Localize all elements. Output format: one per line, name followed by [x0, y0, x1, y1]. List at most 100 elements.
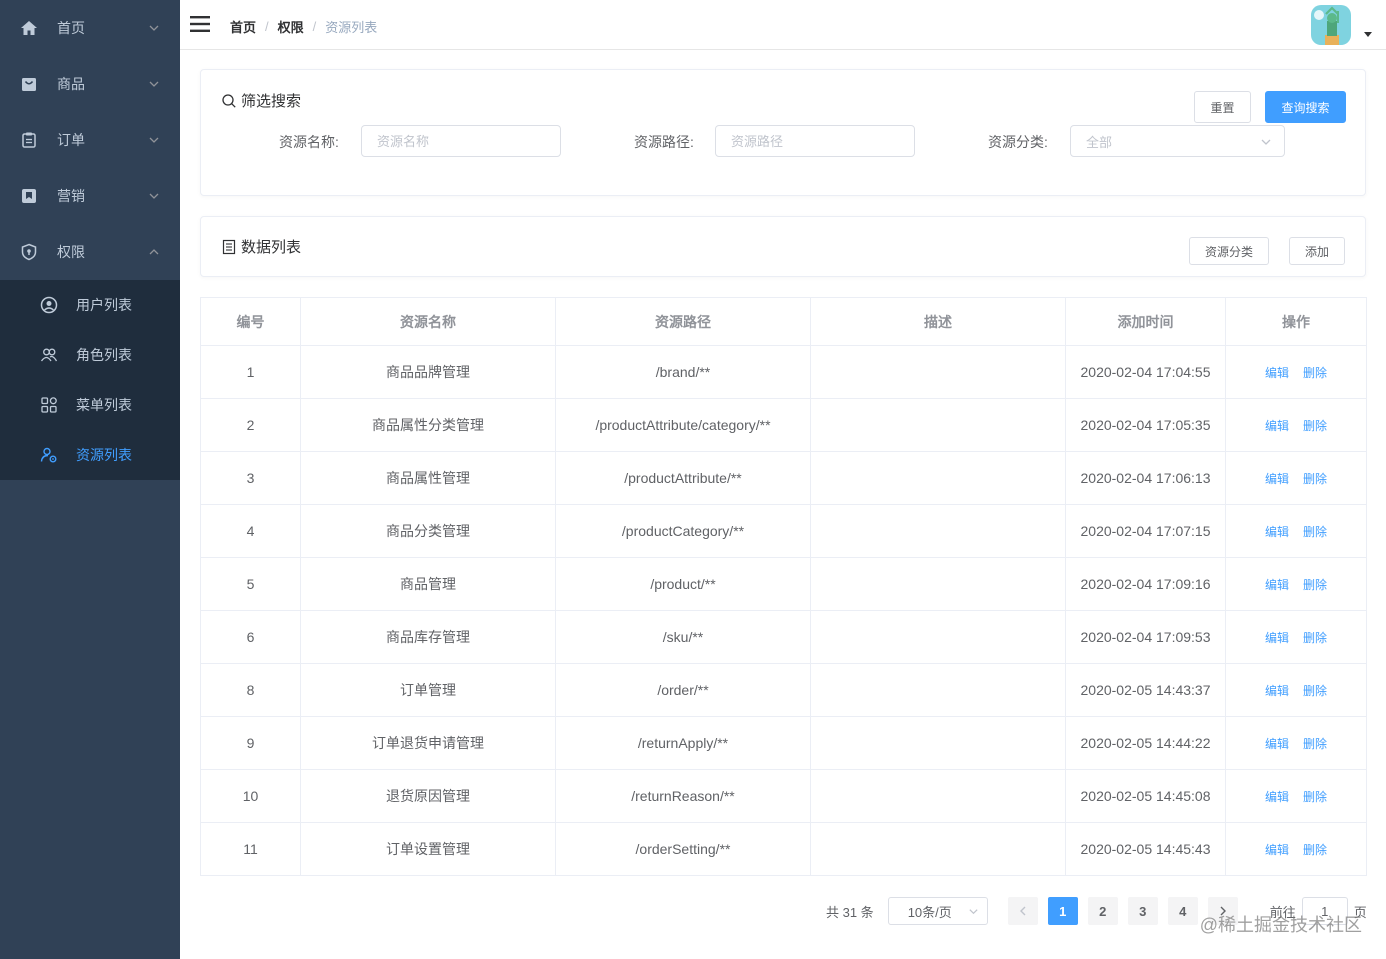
page-button-3[interactable]: 3	[1127, 897, 1158, 925]
chevron-down-icon	[149, 25, 159, 31]
cell-name: 商品分类管理	[300, 504, 556, 558]
cell-desc	[810, 822, 1066, 876]
add-button[interactable]: 添加	[1289, 237, 1345, 265]
chevron-down-icon	[149, 81, 159, 87]
sidebar-item-product[interactable]: 商品	[0, 56, 180, 112]
cell-time: 2020-02-05 14:45:08	[1065, 769, 1226, 823]
delete-button[interactable]: 删除	[1303, 631, 1327, 645]
cell-url: /brand/**	[555, 345, 811, 399]
cell-id: 8	[200, 663, 301, 717]
cell-name: 商品库存管理	[300, 610, 556, 664]
clipboard-icon	[20, 131, 38, 149]
cell-desc	[810, 451, 1066, 505]
chevron-left-icon	[1019, 906, 1026, 916]
chevron-down-icon	[149, 193, 159, 199]
edit-button[interactable]: 编辑	[1265, 790, 1289, 804]
cell-url: /productCategory/**	[555, 504, 811, 558]
cell-desc	[810, 663, 1066, 717]
edit-button[interactable]: 编辑	[1265, 472, 1289, 486]
resource-table: 编号 资源名称 资源路径 描述 添加时间 操作 1 商品品牌管理/brand/**…	[200, 297, 1367, 876]
cell-actions: 编辑 删除	[1225, 663, 1367, 717]
page-button-4[interactable]: 4	[1167, 897, 1198, 925]
breadcrumb-separator: /	[265, 19, 269, 34]
sidebar-item-label: 商品	[57, 76, 85, 92]
cell-actions: 编辑 删除	[1225, 451, 1367, 505]
cell-id: 9	[200, 716, 301, 770]
cell-actions: 编辑 删除	[1225, 345, 1367, 399]
delete-button[interactable]: 删除	[1303, 843, 1327, 857]
cell-time: 2020-02-04 17:04:55	[1065, 345, 1226, 399]
cell-url: /order/**	[555, 663, 811, 717]
sidebar-subitem-label: 用户列表	[76, 297, 132, 313]
page-size-select[interactable]: 10条/页	[887, 897, 988, 925]
breadcrumb-permission[interactable]: 权限	[278, 17, 304, 36]
table-row: 11 订单设置管理/orderSetting/** 2020-02-05 14:45…	[200, 822, 1367, 876]
delete-button[interactable]: 删除	[1303, 472, 1327, 486]
table-row: 4 商品分类管理/productCategory/** 2020-02-04 17:…	[200, 504, 1367, 558]
list-header-card: 数据列表 资源分类 添加	[200, 216, 1366, 277]
chevron-down-icon	[1261, 139, 1271, 145]
table-row: 5 商品管理/product/** 2020-02-04 17:09:16 编辑 删除	[200, 557, 1367, 611]
reset-button[interactable]: 重置	[1194, 91, 1251, 123]
delete-button[interactable]: 删除	[1303, 684, 1327, 698]
filter-title-text: 筛选搜索	[241, 93, 302, 110]
prev-page-button[interactable]	[1007, 897, 1038, 925]
delete-button[interactable]: 删除	[1303, 525, 1327, 539]
search-button[interactable]: 查询搜索	[1265, 91, 1346, 123]
sidebar-item-marketing[interactable]: 营销	[0, 168, 180, 224]
sidebar-item-permission[interactable]: 权限	[0, 224, 180, 280]
navbar: 首页 / 权限 / 资源列表	[180, 0, 1386, 50]
hamburger-menu-icon[interactable]	[190, 15, 210, 33]
cell-actions: 编辑 删除	[1225, 504, 1367, 558]
breadcrumb-separator: /	[312, 19, 317, 34]
resource-category-select[interactable]: 全部	[1070, 125, 1285, 157]
resource-name-input[interactable]	[361, 125, 561, 157]
delete-button[interactable]: 删除	[1303, 419, 1327, 433]
sidebar: 首页 商品 订单 营销 权限 用户列表 角色列表 菜单列表 资源列表	[0, 0, 180, 959]
cell-desc	[810, 769, 1066, 823]
cell-url: /product/**	[555, 557, 811, 611]
delete-button[interactable]: 删除	[1303, 578, 1327, 592]
table-row: 10 退货原因管理/returnReason/** 2020-02-05 14:45…	[200, 769, 1367, 823]
cell-actions: 编辑 删除	[1225, 822, 1367, 876]
edit-button[interactable]: 编辑	[1265, 843, 1289, 857]
sidebar-item-user-list[interactable]: 用户列表	[0, 280, 180, 330]
table-row: 9 订单退货申请管理/returnApply/** 2020-02-05 14:44…	[200, 716, 1367, 770]
sidebar-item-menu-list[interactable]: 菜单列表	[0, 380, 180, 430]
edit-button[interactable]: 编辑	[1265, 631, 1289, 645]
edit-button[interactable]: 编辑	[1265, 684, 1289, 698]
edit-button[interactable]: 编辑	[1265, 578, 1289, 592]
table-row: 1 商品品牌管理/brand/** 2020-02-04 17:04:55 编辑 删除	[200, 345, 1367, 399]
cell-id: 1	[200, 345, 301, 399]
cell-actions: 编辑 删除	[1225, 398, 1367, 452]
cell-id: 3	[200, 451, 301, 505]
sidebar-item-resource-list[interactable]: 资源列表	[0, 430, 180, 480]
cell-url: /returnReason/**	[555, 769, 811, 823]
edit-button[interactable]: 编辑	[1265, 419, 1289, 433]
users-icon	[40, 346, 58, 364]
home-icon	[20, 19, 38, 37]
page-button-2[interactable]: 2	[1087, 897, 1118, 925]
sidebar-item-role-list[interactable]: 角色列表	[0, 330, 180, 380]
cell-name: 订单设置管理	[300, 822, 556, 876]
sidebar-item-order[interactable]: 订单	[0, 112, 180, 168]
cell-time: 2020-02-05 14:44:22	[1065, 716, 1226, 770]
avatar[interactable]	[1311, 5, 1351, 45]
delete-button[interactable]: 删除	[1303, 737, 1327, 751]
delete-button[interactable]: 删除	[1303, 790, 1327, 804]
resource-url-input[interactable]	[715, 125, 915, 157]
edit-button[interactable]: 编辑	[1265, 525, 1289, 539]
pagination-total: 共 31 条	[826, 904, 874, 920]
resource-category-button[interactable]: 资源分类	[1189, 237, 1269, 265]
cell-actions: 编辑 删除	[1225, 557, 1367, 611]
delete-button[interactable]: 删除	[1303, 366, 1327, 380]
resource-category-value: 全部	[1086, 134, 1113, 150]
edit-button[interactable]: 编辑	[1265, 737, 1289, 751]
list-title: 数据列表	[221, 236, 301, 257]
sidebar-item-home[interactable]: 首页	[0, 0, 180, 56]
cell-url: /returnApply/**	[555, 716, 811, 770]
caret-down-icon[interactable]	[1364, 32, 1372, 37]
page-button-1[interactable]: 1	[1047, 897, 1078, 925]
edit-button[interactable]: 编辑	[1265, 366, 1289, 380]
breadcrumb-home[interactable]: 首页	[230, 17, 256, 36]
